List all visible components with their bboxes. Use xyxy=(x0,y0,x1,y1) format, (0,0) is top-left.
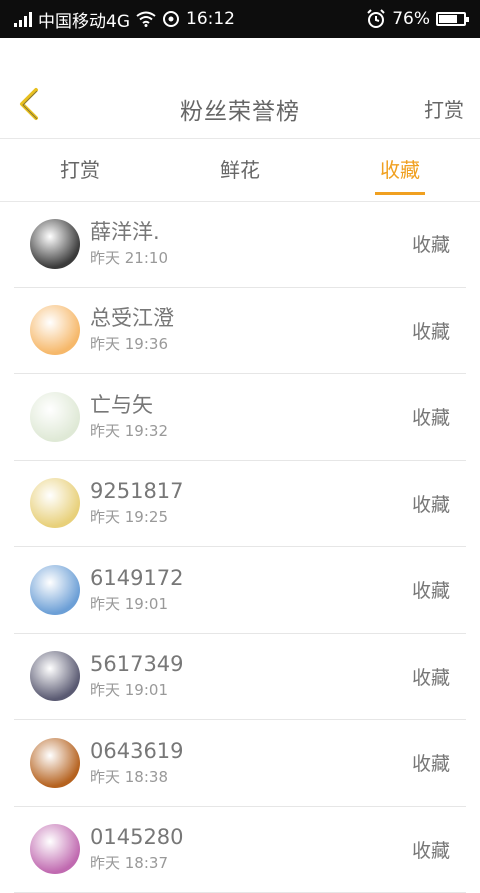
timestamp: 昨天 19:32 xyxy=(90,420,168,442)
timestamp: 昨天 18:38 xyxy=(90,766,184,788)
alarm-icon xyxy=(366,9,386,29)
page-title: 粉丝荣誉榜 xyxy=(0,92,480,126)
battery-percent: 76% xyxy=(392,9,430,29)
user-name: 0145280 xyxy=(90,824,184,850)
list-item[interactable]: 0145280昨天 18:37 收藏 xyxy=(14,807,466,893)
battery-icon xyxy=(436,12,466,26)
user-name: 0643619 xyxy=(90,738,184,764)
user-name: 亡与矢 xyxy=(90,392,168,418)
action-label: 收藏 xyxy=(412,317,450,344)
list-item[interactable]: 总受江澄昨天 19:36 收藏 xyxy=(14,288,466,375)
user-name: 6149172 xyxy=(90,565,184,591)
wifi-icon xyxy=(136,11,156,27)
action-label: 收藏 xyxy=(412,490,450,517)
tab-bar: 打赏 鲜花 收藏 xyxy=(0,138,480,202)
timestamp: 昨天 19:36 xyxy=(90,333,174,355)
avatar xyxy=(30,738,80,788)
clock-time: 16:12 xyxy=(186,9,235,29)
timestamp: 昨天 18:37 xyxy=(90,852,184,874)
list-item[interactable]: 6149172昨天 19:01 收藏 xyxy=(14,547,466,634)
action-label: 收藏 xyxy=(412,230,450,257)
action-label: 收藏 xyxy=(412,403,450,430)
list-item[interactable]: 0643619昨天 18:38 收藏 xyxy=(14,720,466,807)
active-tab-indicator xyxy=(375,192,425,195)
user-name: 薛洋洋. xyxy=(90,219,168,245)
list-item[interactable]: 薛洋洋.昨天 21:10 收藏 xyxy=(14,201,466,288)
carrier-label: 中国移动4G xyxy=(38,7,130,32)
user-name: 5617349 xyxy=(90,651,184,677)
avatar xyxy=(30,478,80,528)
timestamp: 昨天 21:10 xyxy=(90,247,168,269)
avatar xyxy=(30,824,80,874)
status-bar: 中国移动4G 16:12 76% xyxy=(0,0,480,38)
signal-icon xyxy=(14,11,32,27)
action-label: 收藏 xyxy=(412,749,450,776)
avatar xyxy=(30,219,80,269)
avatar xyxy=(30,565,80,615)
user-name: 总受江澄 xyxy=(90,305,174,331)
tab-flowers[interactable]: 鲜花 xyxy=(160,139,320,201)
tab-reward[interactable]: 打赏 xyxy=(0,139,160,201)
timestamp: 昨天 19:01 xyxy=(90,679,184,701)
list-item[interactable]: 亡与矢昨天 19:32 收藏 xyxy=(14,374,466,461)
timestamp: 昨天 19:25 xyxy=(90,506,184,528)
tab-favorites[interactable]: 收藏 xyxy=(320,139,480,201)
action-label: 收藏 xyxy=(412,576,450,603)
action-label: 收藏 xyxy=(412,836,450,863)
avatar xyxy=(30,392,80,442)
fan-list: 薛洋洋.昨天 21:10 收藏 总受江澄昨天 19:36 收藏 亡与矢昨天 19… xyxy=(0,201,480,893)
list-item[interactable]: 5617349昨天 19:01 收藏 xyxy=(14,634,466,721)
timestamp: 昨天 19:01 xyxy=(90,593,184,615)
user-name: 9251817 xyxy=(90,478,184,504)
action-label: 收藏 xyxy=(412,663,450,690)
list-item[interactable]: 9251817昨天 19:25 收藏 xyxy=(14,461,466,548)
header-reward-button[interactable]: 打赏 xyxy=(424,94,464,123)
sync-icon xyxy=(162,10,180,28)
avatar xyxy=(30,651,80,701)
avatar xyxy=(30,305,80,355)
